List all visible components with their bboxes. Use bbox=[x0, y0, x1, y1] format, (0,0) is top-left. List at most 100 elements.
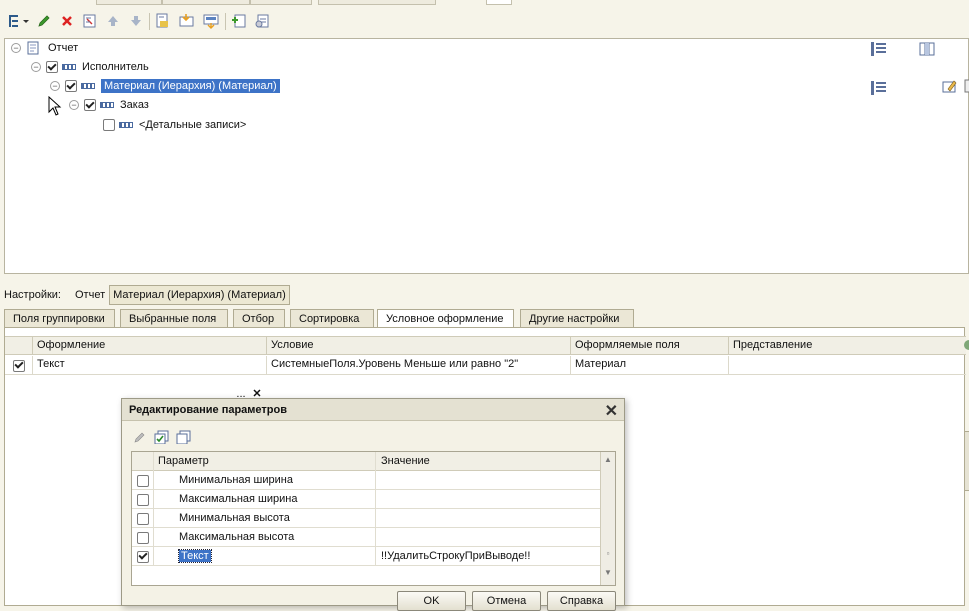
collapse-toggle-icon[interactable]: − bbox=[31, 62, 41, 72]
edit-button[interactable] bbox=[34, 11, 54, 31]
detail-button[interactable] bbox=[201, 11, 221, 31]
tab-selected-fields[interactable]: Выбранные поля bbox=[120, 309, 228, 328]
tab-sort[interactable]: Сортировка bbox=[290, 309, 374, 328]
condition-cell[interactable]: СистемныеПоля.Уровень Меньше или равно "… bbox=[267, 356, 571, 375]
list-icon[interactable] bbox=[871, 81, 887, 95]
breadcrumb-material[interactable]: Материал (Иерархия) (Материал) bbox=[109, 285, 290, 305]
tab-other-settings[interactable]: Другие настройки bbox=[520, 309, 634, 328]
uncheck-all-icon[interactable] bbox=[176, 430, 192, 447]
node-checkbox[interactable] bbox=[46, 61, 58, 73]
close-icon[interactable]: ✕ bbox=[605, 401, 618, 421]
tree-node-order[interactable]: − Заказ bbox=[69, 96, 149, 114]
node-checkbox[interactable] bbox=[103, 119, 115, 131]
columns-icon[interactable] bbox=[919, 42, 935, 56]
param-value[interactable] bbox=[376, 528, 601, 547]
fields-cell[interactable]: Материал bbox=[571, 356, 729, 375]
tree-node-detail-records[interactable]: <Детальные записи> bbox=[103, 116, 246, 134]
cancel-button[interactable]: Отмена bbox=[472, 591, 541, 611]
add-group-icon bbox=[9, 15, 29, 27]
list-icon[interactable] bbox=[871, 42, 887, 56]
scroll-down-icon[interactable]: ▼ bbox=[603, 567, 613, 579]
tree-node-label: Исполнитель bbox=[82, 61, 149, 73]
presentation-cell[interactable] bbox=[729, 356, 966, 375]
top-tab-active[interactable] bbox=[486, 0, 512, 5]
param-value[interactable] bbox=[376, 490, 601, 509]
top-tab[interactable] bbox=[250, 0, 312, 5]
top-tab[interactable] bbox=[318, 0, 436, 5]
tree-node-material[interactable]: − Материал (Иерархия) (Материал) bbox=[50, 77, 280, 95]
top-tab[interactable] bbox=[162, 0, 250, 5]
edit-icon[interactable] bbox=[134, 431, 146, 446]
ok-button[interactable]: OK bbox=[397, 591, 466, 611]
ungroup-icon bbox=[179, 14, 194, 27]
edit-icon bbox=[38, 15, 50, 27]
check-all-icon[interactable] bbox=[154, 430, 170, 447]
parameters-grid[interactable]: Параметр Значение Минимальная ширина Мак… bbox=[131, 451, 616, 586]
param-value[interactable] bbox=[376, 509, 601, 528]
row-checkbox[interactable] bbox=[136, 550, 149, 563]
move-down-button[interactable] bbox=[126, 11, 146, 31]
tree-node-root[interactable]: − Отчет bbox=[11, 39, 78, 57]
tree-node-executor[interactable]: − Исполнитель bbox=[31, 58, 149, 76]
table-row[interactable]: Текст ... ✕ СистемныеПоля.Уровень Меньше… bbox=[5, 356, 966, 400]
tab-filter[interactable]: Отбор bbox=[233, 309, 285, 328]
help-button[interactable]: Справка bbox=[547, 591, 616, 611]
delete-button[interactable] bbox=[57, 11, 77, 31]
table-row[interactable]: Минимальная ширина bbox=[132, 471, 601, 490]
collapse-toggle-icon[interactable]: − bbox=[69, 100, 79, 110]
row-checkbox[interactable] bbox=[13, 359, 25, 372]
row-checkbox[interactable] bbox=[136, 512, 149, 525]
breadcrumb-report[interactable]: Отчет bbox=[75, 289, 105, 301]
header-condition[interactable]: Условие bbox=[267, 337, 571, 355]
param-name: Минимальная ширина bbox=[154, 471, 376, 490]
table-row[interactable]: Максимальная ширина bbox=[132, 490, 601, 509]
node-checkbox[interactable] bbox=[84, 99, 96, 111]
side-panel-edge bbox=[963, 336, 969, 606]
header-fields[interactable]: Оформляемые поля bbox=[571, 337, 729, 355]
edit-parameters-dialog: Редактирование параметров ✕ Параметр Зна… bbox=[121, 398, 625, 611]
side-scroll[interactable] bbox=[964, 431, 969, 491]
grouping-field-icon bbox=[100, 102, 114, 108]
ungroup-button[interactable] bbox=[177, 11, 197, 31]
row-checkbox[interactable] bbox=[136, 493, 149, 506]
detail-icon bbox=[203, 14, 219, 29]
move-up-button[interactable] bbox=[103, 11, 123, 31]
header-parameter[interactable]: Параметр bbox=[154, 452, 376, 471]
row-checkbox[interactable] bbox=[136, 474, 149, 487]
header-appearance[interactable]: Оформление bbox=[33, 337, 267, 355]
param-value[interactable] bbox=[376, 471, 601, 490]
collapse-toggle-icon[interactable]: − bbox=[50, 81, 60, 91]
collapse-icon bbox=[255, 14, 269, 28]
edit-appearance-icon[interactable] bbox=[942, 79, 958, 93]
dialog-toolbar bbox=[134, 429, 192, 447]
tab-grouping-fields[interactable]: Поля группировки bbox=[4, 309, 115, 328]
appearance-cell[interactable]: Текст bbox=[33, 356, 267, 375]
group-icon bbox=[156, 13, 168, 28]
param-value[interactable]: !!УдалитьСтрокуПриВыводе!! bbox=[376, 547, 601, 566]
properties-icon bbox=[83, 14, 96, 28]
node-checkbox[interactable] bbox=[65, 80, 77, 92]
collapse-button[interactable] bbox=[252, 11, 272, 31]
tab-conditional-appearance[interactable]: Условное оформление bbox=[377, 309, 514, 329]
table-row[interactable]: Текст !!УдалитьСтрокуПриВыводе!! bbox=[132, 547, 601, 566]
table-row[interactable]: Минимальная высота bbox=[132, 509, 601, 528]
parameters-scrollbar[interactable]: ▲ ▫ ▼ bbox=[600, 452, 615, 585]
scroll-up-icon[interactable]: ▲ bbox=[603, 454, 613, 466]
expand-button[interactable] bbox=[229, 11, 249, 31]
scroll-thumb[interactable]: ▫ bbox=[603, 548, 613, 560]
toolbar-separator bbox=[225, 13, 226, 30]
table-row[interactable]: Максимальная высота bbox=[132, 528, 601, 547]
header-value[interactable]: Значение bbox=[376, 452, 601, 471]
mouse-cursor-icon bbox=[48, 95, 62, 119]
toolbar-separator bbox=[149, 13, 150, 30]
side-button[interactable] bbox=[964, 340, 969, 350]
group-button[interactable] bbox=[153, 11, 173, 31]
structure-tree[interactable]: − Отчет − Исполнитель − Материал (Иерарх… bbox=[4, 38, 969, 274]
collapse-toggle-icon[interactable]: − bbox=[11, 43, 21, 53]
header-presentation[interactable]: Представление bbox=[729, 337, 966, 355]
add-group-button[interactable] bbox=[4, 11, 32, 31]
dialog-title-bar[interactable]: Редактирование параметров ✕ bbox=[122, 399, 624, 421]
properties-button[interactable] bbox=[80, 11, 100, 31]
top-tab[interactable] bbox=[96, 0, 162, 5]
row-checkbox[interactable] bbox=[136, 531, 149, 544]
